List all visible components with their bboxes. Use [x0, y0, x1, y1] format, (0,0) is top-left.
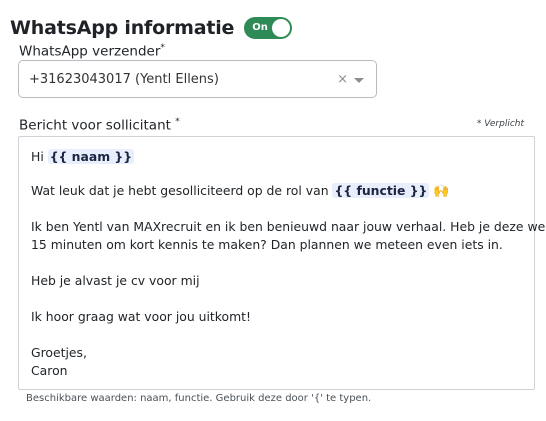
required-mark: *: [175, 117, 180, 127]
whatsapp-section-header: WhatsApp informatie On: [10, 14, 293, 42]
whatsapp-toggle[interactable]: On: [244, 17, 293, 39]
sender-label-text: WhatsApp verzender: [19, 43, 161, 60]
required-mark: *: [160, 43, 165, 53]
sender-select[interactable]: +31623043017 (Yentl Ellens) ×: [18, 60, 377, 98]
clear-icon[interactable]: ×: [337, 61, 348, 99]
required-note: * Verplicht: [476, 119, 524, 129]
toggle-label: On: [252, 22, 268, 33]
message-intro: Wat leuk dat je hebt gesolliciteerd op d…: [31, 183, 450, 199]
section-title: WhatsApp informatie: [10, 17, 235, 39]
message-greeting: Hi {{ naam }}: [31, 149, 135, 164]
message-paragraph-line: Ik ben Yentl van MAXrecruit en ik ben be…: [31, 219, 546, 234]
toggle-knob: [272, 19, 291, 37]
intro-text: Wat leuk dat je hebt gesolliciteerd op d…: [31, 183, 333, 198]
message-label-text: Bericht voor sollicitant: [19, 117, 171, 134]
sender-select-value: +31623043017 (Yentl Ellens): [29, 72, 219, 87]
variable-functie: {{ functie }}: [332, 183, 430, 198]
message-editor[interactable]: Hi {{ naam }} Wat leuk dat je hebt gesol…: [18, 136, 546, 390]
chevron-down-icon[interactable]: [354, 78, 364, 83]
message-label: Bericht voor sollicitant *: [19, 117, 180, 134]
message-closing: Groetjes,: [31, 345, 87, 360]
message-paragraph: Heb je alvast je cv voor mij: [31, 273, 200, 288]
available-values-hint: Beschikbare waarden: naam, functie. Gebr…: [26, 393, 372, 404]
message-paragraph: Ik hoor graag wat voor jou uitkomt!: [31, 309, 251, 324]
sender-label: WhatsApp verzender*: [19, 43, 165, 60]
message-paragraph-line: 15 minuten om kort kennis te maken? Dan …: [31, 237, 503, 252]
greeting-text: Hi: [31, 149, 48, 164]
variable-naam: {{ naam }}: [47, 149, 135, 164]
raising-hands-emoji: 🙌: [433, 184, 450, 199]
message-signature: Caron: [31, 363, 68, 378]
